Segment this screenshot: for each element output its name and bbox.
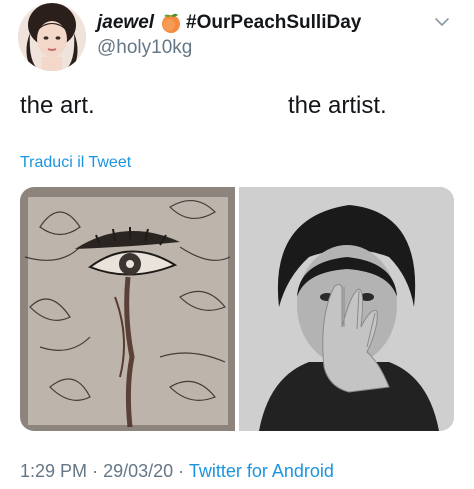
peach-icon [160, 12, 182, 34]
tweet-date[interactable]: 29/03/20 [103, 461, 173, 481]
hashtag[interactable]: #OurPeachSulliDay [186, 12, 361, 34]
translate-tweet-link[interactable]: Traduci il Tweet [20, 154, 131, 172]
tweet-time[interactable]: 1:29 PM [20, 461, 87, 481]
avatar[interactable] [18, 3, 86, 71]
tweet-source-link[interactable]: Twitter for Android [189, 461, 334, 481]
avatar-photo [18, 3, 86, 71]
separator: · [92, 461, 99, 481]
chevron-down-icon[interactable] [432, 12, 452, 32]
tweet-media [20, 187, 454, 431]
handle[interactable]: @holy10kg [97, 37, 192, 59]
tweet-text: the art. the artist. [20, 92, 460, 122]
separator: · [178, 461, 185, 481]
portrait-image[interactable] [239, 187, 454, 431]
author-name-row[interactable]: jaewel #OurPeachSulliDay [97, 10, 361, 36]
sketch-image[interactable] [20, 187, 235, 431]
tweet-text-left: the art. [20, 92, 95, 119]
tweet-text-right: the artist. [288, 92, 387, 119]
display-name[interactable]: jaewel [97, 12, 154, 34]
tweet-meta: 1:29 PM · 29/03/20 · Twitter for Android [20, 461, 334, 482]
